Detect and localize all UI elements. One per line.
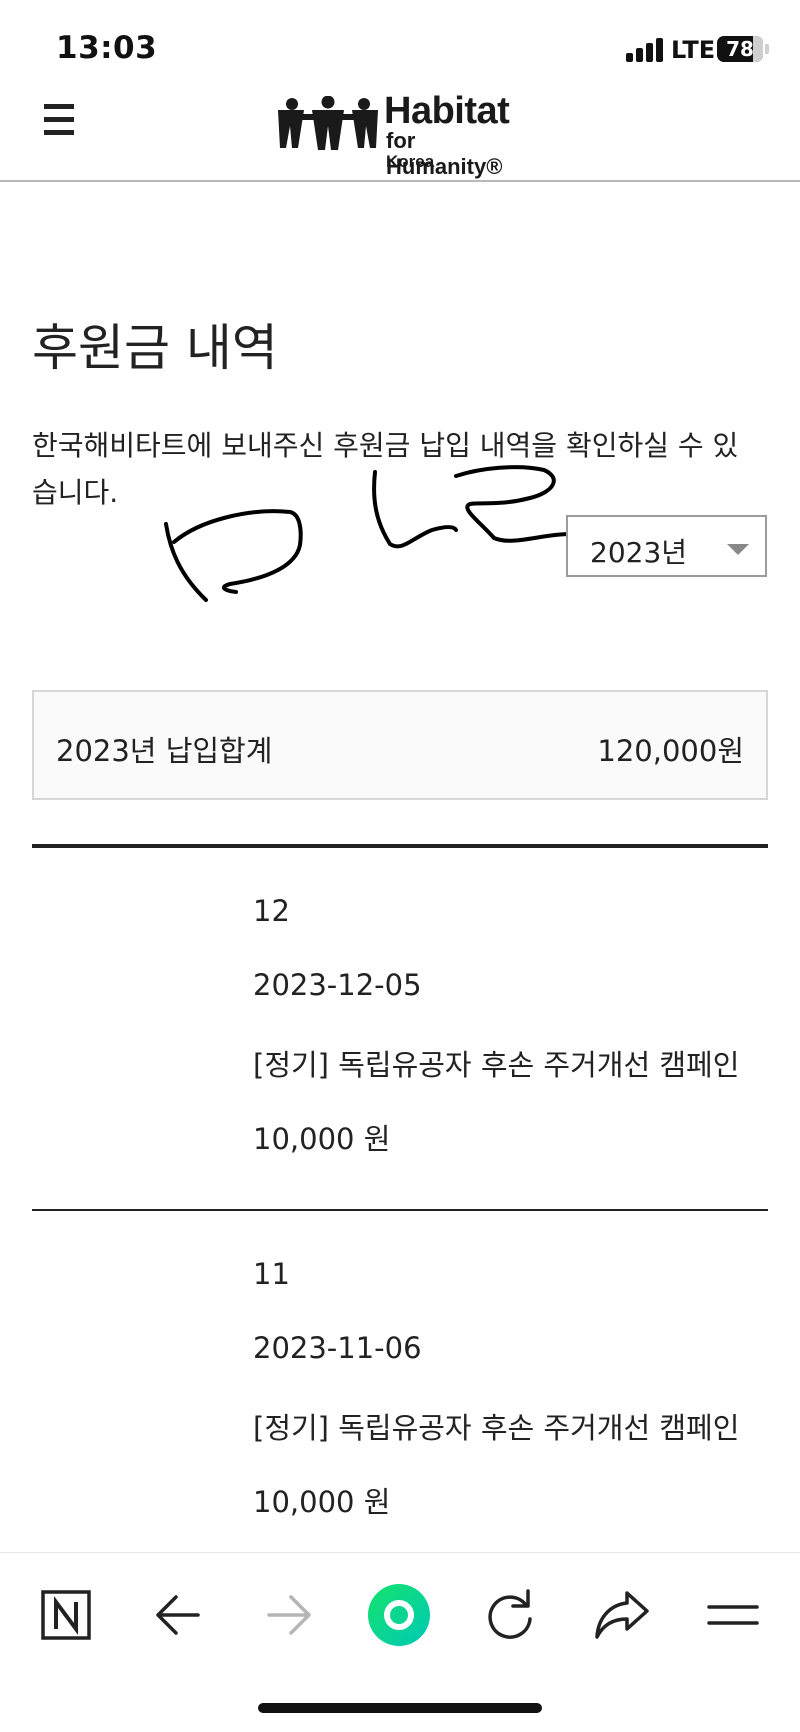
- donation-record: 11 2023-11-06 [정기] 독립유공자 후손 주거개선 캠페인 10,…: [32, 1209, 768, 1574]
- green-circle-icon[interactable]: [359, 1575, 439, 1655]
- record-month: 11: [253, 1257, 290, 1291]
- back-arrow-icon[interactable]: [138, 1575, 218, 1655]
- network-type: LTE: [671, 36, 716, 64]
- record-campaign: [정기] 독립유공자 후손 주거개선 캠페인: [253, 1411, 740, 1445]
- record-month: 12: [253, 894, 290, 928]
- record-amount: 10,000 원: [253, 1485, 391, 1519]
- donation-records-list: 12 2023-12-05 [정기] 독립유공자 후손 주거개선 캠페인 10,…: [32, 844, 768, 1574]
- donation-record: 12 2023-12-05 [정기] 독립유공자 후손 주거개선 캠페인 10,…: [32, 844, 768, 1209]
- status-bar: 13:03 LTE 78: [0, 0, 800, 92]
- status-time: 13:03: [56, 30, 158, 66]
- site-header: Habitat for Humanity® Korea: [0, 90, 800, 182]
- year-total-box: 2023년 납입합계 120,000원: [32, 690, 768, 800]
- home-indicator: [258, 1703, 542, 1713]
- battery-tip: [765, 44, 769, 54]
- battery-percent: 78: [726, 37, 754, 61]
- battery-icon: 78: [717, 36, 763, 62]
- year-total-value: 120,000원: [597, 734, 744, 768]
- record-date: 2023-12-05: [253, 968, 422, 1002]
- record-amount: 10,000 원: [253, 1122, 391, 1156]
- habitat-logo[interactable]: Habitat for Humanity® Korea: [278, 90, 528, 179]
- browser-toolbar: [0, 1552, 800, 1732]
- habitat-logo-mark-icon: [278, 96, 378, 150]
- record-campaign: [정기] 독립유공자 후손 주거개선 캠페인: [253, 1048, 740, 1082]
- naver-home-icon[interactable]: [26, 1575, 106, 1655]
- share-icon[interactable]: [581, 1575, 661, 1655]
- forward-arrow-icon[interactable]: [249, 1575, 329, 1655]
- dropdown-triangle-icon: [727, 544, 749, 555]
- record-date: 2023-11-06: [253, 1331, 422, 1365]
- year-select-value: 2023년: [590, 536, 688, 569]
- menu-icon[interactable]: [693, 1575, 773, 1655]
- year-total-label: 2023년 납입합계: [56, 734, 273, 768]
- page-title: 후원금 내역: [32, 319, 278, 377]
- logo-text-korea: Korea: [386, 152, 435, 171]
- year-select[interactable]: 2023년: [566, 515, 767, 577]
- logo-text-habitat: Habitat: [384, 90, 510, 132]
- signal-icon: [626, 38, 666, 62]
- hamburger-icon[interactable]: [44, 104, 74, 136]
- page-description: 한국해비타트에 보내주신 후원금 납입 내역을 확인하실 수 있습니다.: [32, 429, 739, 509]
- refresh-icon[interactable]: [470, 1575, 550, 1655]
